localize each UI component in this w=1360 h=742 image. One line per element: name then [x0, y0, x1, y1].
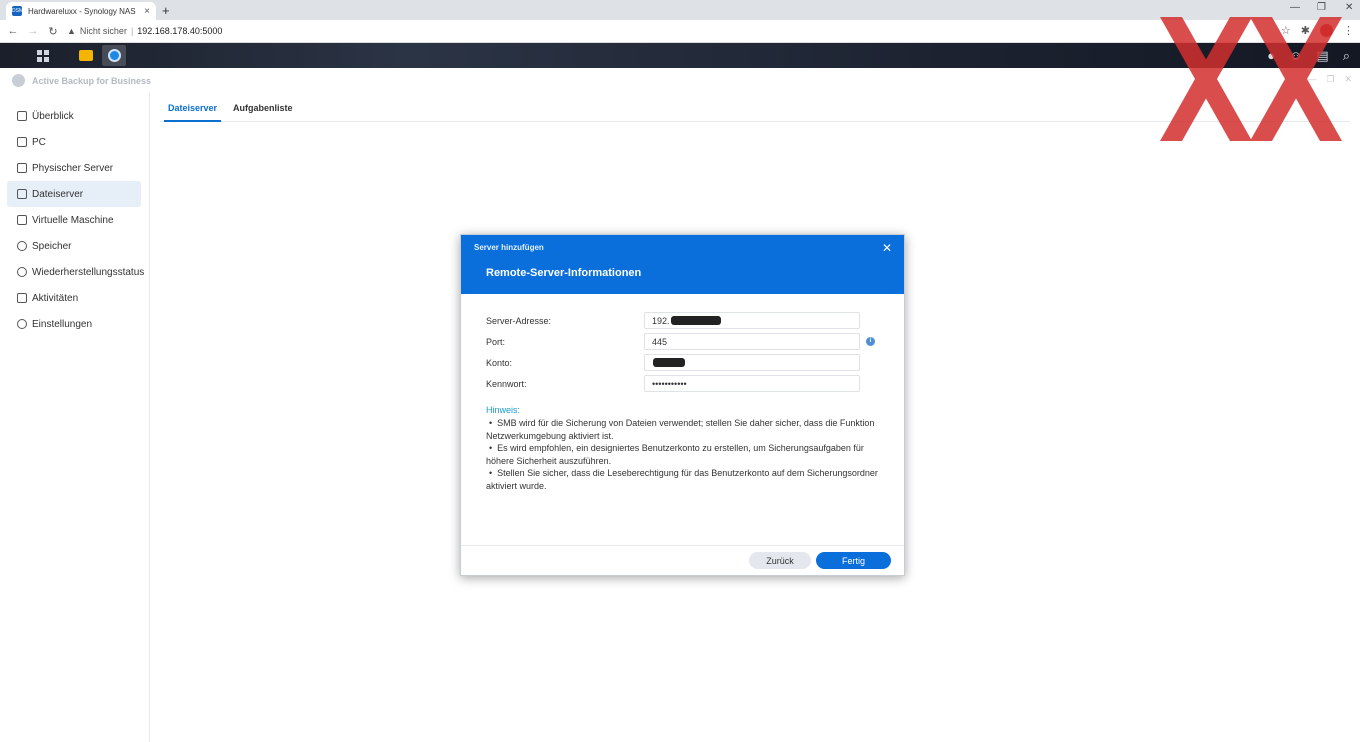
sidebar-item-label: Aktivitäten	[32, 292, 79, 304]
sidebar-item-settings[interactable]: Einstellungen	[7, 311, 141, 337]
server-icon	[17, 163, 27, 173]
sidebar-item-overview[interactable]: Überblick	[7, 103, 141, 129]
storage-icon	[17, 241, 27, 251]
app-title: Active Backup for Business	[32, 75, 152, 86]
hint-item: Es wird empfohlen, ein designiertes Benu…	[486, 442, 879, 467]
server-address-value: 192.	[652, 315, 670, 326]
dialog-heading: Remote-Server-Informationen	[486, 267, 642, 279]
server-address-input[interactable]: 192.	[644, 312, 860, 329]
sidebar-item-label: Physischer Server	[32, 162, 114, 174]
forward-arrow-icon[interactable]: →	[23, 25, 43, 37]
close-icon[interactable]: ✕	[882, 241, 892, 255]
restore-icon[interactable]: ❐	[1317, 2, 1326, 13]
active-backup-taskbar-button[interactable]	[102, 45, 126, 66]
account-label: Konto:	[486, 357, 513, 368]
vm-icon	[17, 215, 27, 225]
dialog-window-title: Server hinzufügen	[474, 243, 544, 252]
finish-button[interactable]: Fertig	[816, 552, 891, 569]
tab-task-list[interactable]: Aufgabenliste	[229, 93, 297, 122]
grid-icon	[37, 49, 49, 62]
port-input[interactable]: 445	[644, 333, 860, 350]
main-menu-button[interactable]	[31, 45, 55, 66]
gear-icon	[17, 319, 27, 329]
file-station-button[interactable]	[74, 45, 98, 66]
sidebar-item-physical-server[interactable]: Physischer Server	[7, 155, 141, 181]
dsm-favicon-icon: DSM	[12, 6, 24, 16]
not-secure-label: Nicht sicher	[79, 26, 127, 36]
password-value: •••••••••••	[652, 378, 687, 389]
pc-icon	[17, 137, 27, 147]
sidebar-item-label: Wiederherstellungsstatus	[32, 266, 145, 278]
add-server-dialog: Server hinzufügen Remote-Server-Informat…	[460, 234, 905, 576]
url-separator: |	[130, 26, 134, 36]
sidebar-item-virtual-machine[interactable]: Virtuelle Maschine	[7, 207, 141, 233]
hint-item: Stellen Sie sicher, dass die Leseberecht…	[486, 467, 879, 492]
sidebar-item-label: Virtuelle Maschine	[32, 214, 114, 226]
server-address-label: Server-Adresse:	[486, 315, 552, 326]
info-icon[interactable]: i	[866, 337, 875, 346]
sidebar-item-label: PC	[32, 136, 46, 148]
folder-icon	[79, 50, 93, 61]
sidebar-item-pc[interactable]: PC	[7, 129, 141, 155]
activity-icon	[17, 293, 27, 303]
minimize-icon[interactable]: —	[1290, 2, 1300, 13]
sidebar-item-restore-status[interactable]: Wiederherstellungsstatus	[7, 259, 145, 285]
app-title-bar: Active Backup for Business	[0, 68, 1360, 93]
browser-tabstrip: DSM Hardwareluxx - Synology NAS × + — ❐ …	[0, 0, 1360, 20]
account-input[interactable]	[644, 354, 860, 371]
sidebar: Überblick PC Physischer Server Dateiserv…	[0, 93, 150, 742]
file-server-icon	[17, 189, 27, 199]
password-label: Kennwort:	[486, 378, 527, 389]
hint-heading: Hinweis:	[486, 405, 521, 415]
reload-icon[interactable]: ↻	[43, 25, 63, 38]
server-form: Server-Adresse: 192. Port: 445 i Konto: …	[461, 294, 904, 394]
port-label: Port:	[486, 336, 506, 347]
hardwareluxx-watermark-logo	[1160, 17, 1342, 141]
new-tab-button[interactable]: +	[162, 3, 170, 18]
browser-tab-title: Hardwareluxx - Synology NAS	[28, 6, 136, 16]
app-logo-icon	[12, 74, 25, 87]
back-arrow-icon[interactable]: ←	[3, 25, 23, 37]
dsm-taskbar: ● ☺ ▤ ⌕	[0, 43, 1360, 68]
active-backup-icon	[107, 49, 121, 62]
dialog-footer: Zurück Fertig	[461, 545, 904, 575]
restore-icon	[17, 267, 27, 277]
sidebar-item-label: Einstellungen	[32, 318, 93, 330]
redacted-mark	[670, 316, 721, 325]
url-text[interactable]: 192.168.178.40:5000	[137, 26, 222, 36]
hint-section: Hinweis: SMB wird für die Sicherung von …	[461, 394, 904, 492]
back-button[interactable]: Zurück	[749, 552, 811, 569]
browser-tab[interactable]: DSM Hardwareluxx - Synology NAS ×	[6, 2, 156, 20]
hint-item: SMB wird für die Sicherung von Dateien v…	[486, 417, 879, 442]
port-value: 445	[652, 336, 668, 347]
sidebar-item-label: Dateiserver	[32, 188, 84, 200]
tab-file-server[interactable]: Dateiserver	[164, 93, 222, 122]
dialog-header: Server hinzufügen Remote-Server-Informat…	[461, 235, 904, 294]
sidebar-item-file-server[interactable]: Dateiserver	[7, 181, 141, 207]
redacted-mark	[653, 358, 685, 367]
sidebar-item-label: Speicher	[32, 240, 72, 252]
close-window-icon[interactable]: ✕	[1345, 2, 1353, 13]
password-input[interactable]: •••••••••••	[644, 375, 860, 392]
sidebar-item-activities[interactable]: Aktivitäten	[7, 285, 141, 311]
warning-icon: ▲	[67, 26, 76, 36]
sidebar-item-label: Überblick	[32, 110, 74, 122]
close-tab-icon[interactable]: ×	[144, 6, 150, 17]
overview-icon	[17, 111, 27, 121]
sidebar-item-storage[interactable]: Speicher	[7, 233, 141, 259]
window-close-icon[interactable]: ✕	[1344, 74, 1352, 85]
address-bar: ← → ↻ ▲ Nicht sicher | 192.168.178.40:50…	[0, 20, 1360, 43]
